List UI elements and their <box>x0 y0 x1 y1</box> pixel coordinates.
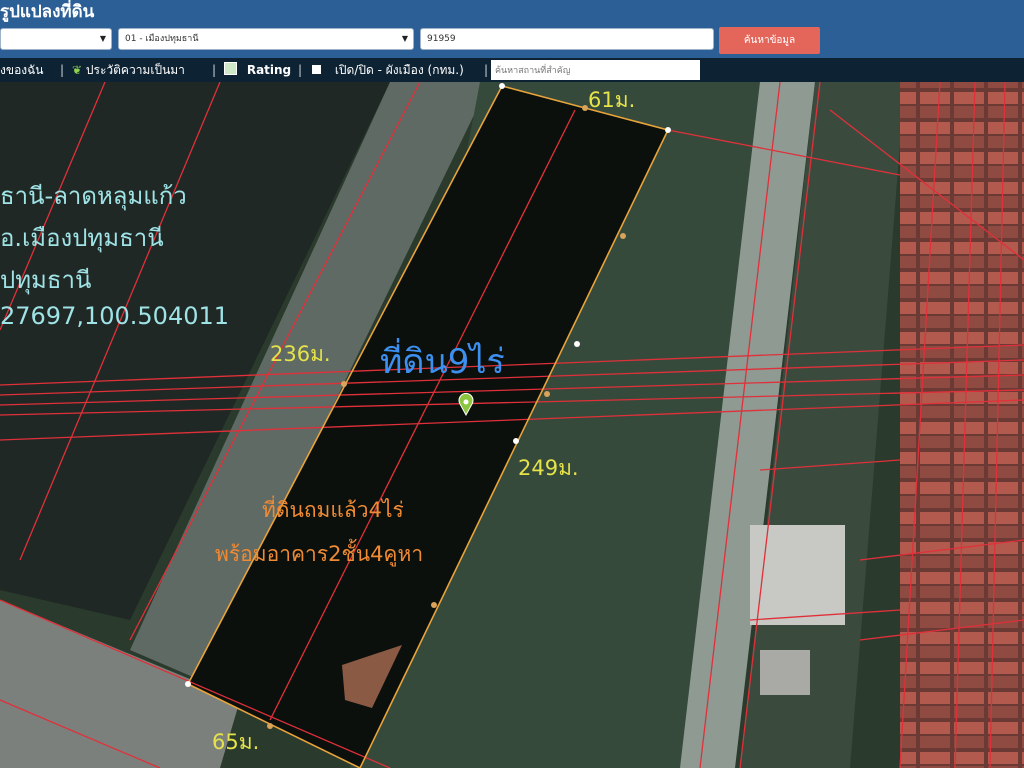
chevron-down-icon: ▼ <box>401 34 408 43</box>
city-plan-label: เปิด/ปิด - ผังเมือง (กทม.) <box>334 63 464 77</box>
history-link[interactable]: ❦ ประวัติความเป็นมา <box>72 58 185 82</box>
filled-land-label: ที่ดินถมแล้ว4ไร่ <box>262 498 404 522</box>
district-select-value: 01 - เมืองปทุมธานี <box>125 34 199 44</box>
header-bar: รูปแปลงที่ดิน ▼ 01 - เมืองปทุมธานี ▼ 919… <box>0 0 1024 58</box>
housing-estate <box>900 82 1024 768</box>
place-search-input[interactable] <box>491 60 700 80</box>
chevron-down-icon: ▼ <box>99 34 106 43</box>
land-size-label: ที่ดิน9ไร่ <box>380 342 505 382</box>
city-plan-toggle[interactable]: เปิด/ปิด - ผังเมือง (กทม.) <box>312 58 464 82</box>
search-button[interactable]: ค้นหาข้อมูล <box>719 27 820 54</box>
parcel-number-value: 91959 <box>427 34 456 44</box>
toolbar-separator: | <box>212 63 217 77</box>
building <box>760 650 810 695</box>
info-province: ปทุมธานี <box>0 266 92 294</box>
province-select[interactable]: ▼ <box>0 28 112 50</box>
building-note-label: พร้อมอาคาร2ชั้น4คูหา <box>215 542 424 566</box>
rowhouse-block <box>750 525 845 625</box>
parcel-number-input[interactable]: 91959 <box>420 28 714 50</box>
dimension-right-label: 249ม. <box>518 456 579 480</box>
page-title: รูปแปลงที่ดิน <box>0 2 95 22</box>
my-data-link[interactable]: งของฉัน <box>0 58 44 82</box>
dimension-left-label: 236ม. <box>270 342 331 366</box>
district-select[interactable]: 01 - เมืองปทุมธานี ▼ <box>118 28 414 50</box>
sprout-icon: ❦ <box>72 63 83 77</box>
city-plan-checkbox-icon <box>312 65 321 74</box>
history-label: ประวัติความเป็นมา <box>85 63 185 77</box>
info-road: ธานี-ลาดหลุมแก้ว <box>0 182 187 210</box>
toolbar-separator: | <box>484 63 489 77</box>
rating-toggle[interactable]: Rating <box>224 58 291 82</box>
dimension-bottom-label: 65ม. <box>212 730 260 754</box>
map-view[interactable]: ธานี-ลาดหลุมแก้ว อ.เมืองปทุมธานี ปทุมธาน… <box>0 82 1024 768</box>
rating-label: Rating <box>246 63 292 77</box>
info-district: อ.เมืองปทุมธานี <box>0 224 164 252</box>
dimension-top-label: 61ม. <box>588 88 636 112</box>
toolbar-separator: | <box>298 63 303 77</box>
rating-checkbox-icon <box>224 62 237 75</box>
info-coordinates: 27697,100.504011 <box>0 302 230 330</box>
toolbar-separator: | <box>60 63 65 77</box>
